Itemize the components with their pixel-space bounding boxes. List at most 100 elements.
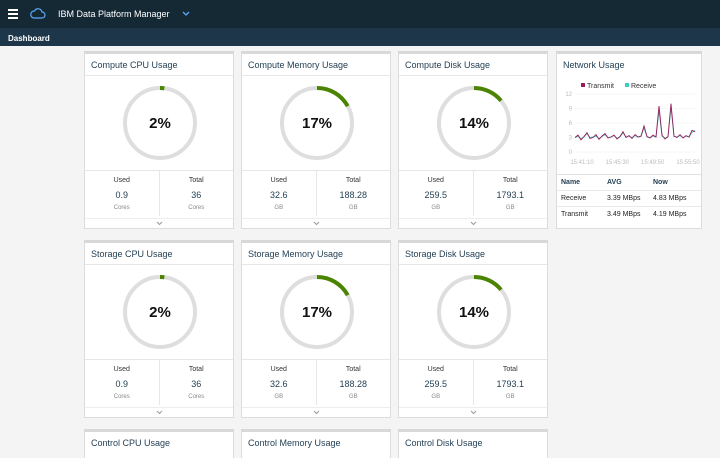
total-value: 36 bbox=[191, 190, 202, 200]
usage-gauge: 14% bbox=[435, 273, 513, 351]
table-header: Name AVG Now bbox=[557, 174, 701, 190]
dashboard-bar: Dashboard bbox=[0, 28, 720, 46]
cloud-icon bbox=[30, 0, 50, 28]
legend-label: Receive bbox=[631, 83, 656, 90]
expand-toggle[interactable] bbox=[242, 407, 390, 417]
usage-card: Storage CPU Usage 2% Used 0.9 Cores Total 36 Co… bbox=[84, 240, 234, 418]
usage-stats: Used 32.6 GB Total 188.28 GB bbox=[242, 170, 390, 216]
used-value: 0.9 bbox=[115, 379, 128, 389]
app-title: IBM Data Platform Manager bbox=[58, 9, 170, 19]
card-title: Compute Memory Usage bbox=[242, 54, 390, 76]
total-stat: Total 1793.1 GB bbox=[472, 171, 548, 216]
chevron-down-icon bbox=[313, 410, 319, 415]
y-tick-label: 9 bbox=[569, 107, 573, 113]
y-tick-label: 12 bbox=[565, 92, 572, 98]
page-title: Dashboard bbox=[8, 34, 50, 43]
chevron-down-icon bbox=[156, 410, 162, 415]
expand-toggle[interactable] bbox=[242, 218, 390, 228]
card-title: Storage Memory Usage bbox=[242, 243, 390, 265]
total-stat: Total 1793.1 GB bbox=[472, 360, 548, 405]
used-value: 259.5 bbox=[424, 379, 448, 389]
total-value: 1793.1 bbox=[496, 190, 525, 200]
network-chart: Transmit Receive 0 3 6 9 12 15:41:10 15:45:30 15:… bbox=[565, 83, 700, 166]
y-tick-label: 0 bbox=[569, 150, 573, 156]
card-title: Compute Disk Usage bbox=[399, 54, 547, 76]
usage-stats: Used 259.5 GB Total 1793.1 GB bbox=[399, 170, 547, 216]
usage-card: Control Memory Usage bbox=[241, 429, 391, 458]
network-table: Name AVG Now Receive 3.39 MBps 4.83 MBps… bbox=[557, 174, 701, 222]
total-value: 188.28 bbox=[339, 190, 368, 200]
usage-stats: Used 259.5 GB Total 1793.1 GB bbox=[399, 359, 547, 405]
usage-card: Storage Memory Usage 17% Used 32.6 GB Total 18… bbox=[241, 240, 391, 418]
usage-percent: 14% bbox=[458, 303, 490, 321]
legend-swatch bbox=[625, 83, 629, 87]
used-stat: Used 259.5 GB bbox=[399, 171, 473, 216]
usage-card: Control Disk Usage bbox=[398, 429, 548, 458]
used-stat: Used 32.6 GB bbox=[242, 360, 316, 405]
usage-card: Storage Disk Usage 14% Used 259.5 GB Total 179… bbox=[398, 240, 548, 418]
usage-gauge: 2% bbox=[121, 84, 199, 162]
usage-percent: 17% bbox=[301, 114, 333, 132]
usage-stats: Used 32.6 GB Total 188.28 GB bbox=[242, 359, 390, 405]
total-value: 36 bbox=[191, 379, 202, 389]
x-tick-label: 15:55:50 bbox=[676, 160, 700, 166]
total-stat: Total 36 Cores bbox=[158, 360, 234, 405]
used-value: 0.9 bbox=[115, 190, 128, 200]
usage-percent: 14% bbox=[458, 114, 490, 132]
used-value: 32.6 bbox=[269, 379, 288, 389]
usage-gauge: 2% bbox=[121, 273, 199, 351]
legend-label: Transmit bbox=[587, 83, 614, 90]
usage-card: Control CPU Usage bbox=[84, 429, 234, 458]
x-tick-label: 15:49:50 bbox=[641, 160, 665, 166]
table-row: Receive 3.39 MBps 4.83 MBps bbox=[557, 190, 701, 206]
y-tick-label: 3 bbox=[569, 136, 573, 142]
usage-stats: Used 0.9 Cores Total 36 Cores bbox=[85, 359, 233, 405]
chevron-down-icon[interactable] bbox=[182, 0, 194, 28]
legend-swatch bbox=[581, 83, 585, 87]
card-title: Storage CPU Usage bbox=[85, 243, 233, 265]
top-bar: IBM Data Platform Manager bbox=[0, 0, 720, 28]
x-tick-label: 15:45:30 bbox=[606, 160, 630, 166]
usage-card: Compute CPU Usage 2% Used 0.9 Cores Total 36 Co… bbox=[84, 51, 234, 229]
usage-gauge: 17% bbox=[278, 273, 356, 351]
x-tick-label: 15:41:10 bbox=[570, 160, 594, 166]
card-title: Control CPU Usage bbox=[91, 438, 171, 448]
network-usage-card: Network Usage Transmit Receive 0 3 6 9 12 15:41… bbox=[556, 51, 702, 229]
card-title: Storage Disk Usage bbox=[399, 243, 547, 265]
used-stat: Used 0.9 Cores bbox=[85, 171, 159, 216]
total-stat: Total 188.28 GB bbox=[315, 171, 391, 216]
chevron-down-icon bbox=[156, 221, 162, 226]
hamburger-icon[interactable] bbox=[0, 0, 26, 28]
used-value: 32.6 bbox=[269, 190, 288, 200]
usage-percent: 17% bbox=[301, 303, 333, 321]
total-stat: Total 36 Cores bbox=[158, 171, 234, 216]
table-row: Transmit 3.49 MBps 4.19 MBps bbox=[557, 206, 701, 222]
expand-toggle[interactable] bbox=[85, 218, 233, 228]
usage-card: Compute Disk Usage 14% Used 259.5 GB Total 179… bbox=[398, 51, 548, 229]
chevron-down-icon bbox=[470, 410, 476, 415]
total-value: 1793.1 bbox=[496, 379, 525, 389]
usage-gauge: 17% bbox=[278, 84, 356, 162]
expand-toggle[interactable] bbox=[399, 218, 547, 228]
usage-gauge: 14% bbox=[435, 84, 513, 162]
used-stat: Used 32.6 GB bbox=[242, 171, 316, 216]
usage-percent: 2% bbox=[149, 114, 171, 132]
card-title: Control Disk Usage bbox=[405, 438, 483, 448]
total-value: 188.28 bbox=[339, 379, 368, 389]
chevron-down-icon bbox=[470, 221, 476, 226]
used-stat: Used 0.9 Cores bbox=[85, 360, 159, 405]
usage-stats: Used 0.9 Cores Total 36 Cores bbox=[85, 170, 233, 216]
chevron-down-icon bbox=[313, 221, 319, 226]
used-stat: Used 259.5 GB bbox=[399, 360, 473, 405]
series-line-transmit bbox=[574, 103, 696, 141]
used-value: 259.5 bbox=[424, 190, 448, 200]
expand-toggle[interactable] bbox=[399, 407, 547, 417]
usage-card: Compute Memory Usage 17% Used 32.6 GB Total 18… bbox=[241, 51, 391, 229]
expand-toggle[interactable] bbox=[85, 407, 233, 417]
card-title: Control Memory Usage bbox=[248, 438, 341, 448]
y-tick-label: 6 bbox=[569, 121, 573, 127]
card-title: Compute CPU Usage bbox=[85, 54, 233, 76]
total-stat: Total 188.28 GB bbox=[315, 360, 391, 405]
usage-percent: 2% bbox=[149, 303, 171, 321]
card-title: Network Usage bbox=[563, 60, 625, 70]
